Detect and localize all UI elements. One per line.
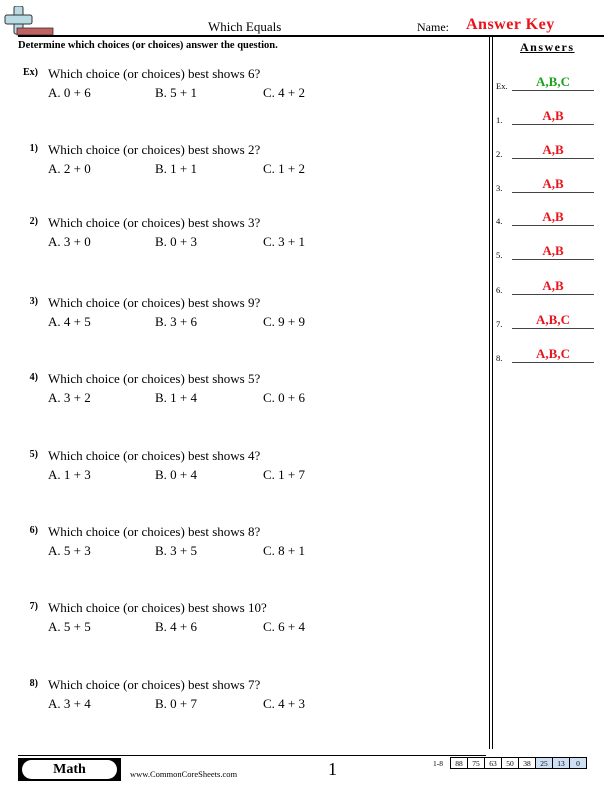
answer-choice: B. 3 + 5 — [155, 543, 198, 558]
question-text: Which choice (or choices) best shows 9? — [48, 295, 261, 310]
answer-choice: A. 3 + 4 — [48, 696, 91, 711]
answer-choice: B. 0 + 3 — [155, 234, 198, 249]
question-number: 2) — [29, 216, 38, 227]
answer-choice: A. 0 + 6 — [48, 85, 91, 100]
answer-value: A,B — [512, 176, 594, 193]
subject-label: Math — [22, 760, 117, 779]
footer-rule — [18, 755, 486, 756]
score-cell: 38 — [518, 757, 536, 769]
answer-label: 6. — [496, 285, 503, 295]
answer-value: A,B — [512, 243, 594, 260]
name-label: Name: — [417, 20, 449, 34]
answer-choice: A. 4 + 5 — [48, 314, 91, 329]
answer-label: Ex. — [496, 81, 508, 91]
answer-label: 1. — [496, 115, 503, 125]
answer-choice: B. 5 + 1 — [155, 85, 198, 100]
answers-heading: Answers — [520, 40, 575, 54]
answer-value: A,B,C — [512, 74, 594, 91]
answer-choice: C. 4 + 3 — [263, 696, 306, 711]
question-number: 8) — [29, 678, 38, 689]
score-cell: 50 — [501, 757, 519, 769]
answer-label: 5. — [496, 250, 503, 260]
answer-label: 8. — [496, 353, 503, 363]
answer-choice: A. 3 + 2 — [48, 390, 91, 405]
question-text: Which choice (or choices) best shows 8? — [48, 524, 261, 539]
answer-choice: A. 1 + 3 — [48, 467, 91, 482]
question-number: 5) — [29, 449, 38, 460]
answer-label: 3. — [496, 183, 503, 193]
answer-choice: C. 1 + 2 — [263, 161, 306, 176]
score-range-label: 1-8 — [433, 758, 443, 768]
column-divider — [489, 37, 490, 749]
site-url: www.CommonCoreSheets.com — [130, 769, 238, 779]
answer-choice: B. 4 + 6 — [155, 619, 198, 634]
answer-value: A,B,C — [512, 346, 594, 363]
answer-value: A,B,C — [512, 312, 594, 329]
question-text: Which choice (or choices) best shows 4? — [48, 448, 261, 463]
worksheet-logo-icon — [4, 6, 54, 36]
answer-choice: B. 1 + 1 — [155, 161, 198, 176]
answer-choice: C. 1 + 7 — [263, 467, 306, 482]
answer-choice: C. 8 + 1 — [263, 543, 306, 558]
answer-label: 7. — [496, 319, 503, 329]
answer-choice: B. 1 + 4 — [155, 390, 198, 405]
score-cell: 0 — [569, 757, 587, 769]
answer-value: A,B — [512, 108, 594, 125]
answer-choice: C. 0 + 6 — [263, 390, 306, 405]
question-text: Which choice (or choices) best shows 5? — [48, 371, 261, 386]
instructions: Determine which choices (or choices) ans… — [18, 40, 278, 51]
answer-choice: B. 0 + 7 — [155, 696, 198, 711]
answer-choice: A. 5 + 3 — [48, 543, 91, 558]
question-number: 3) — [29, 296, 38, 307]
question-number: 4) — [29, 372, 38, 383]
score-cell: 13 — [552, 757, 570, 769]
question-number: 7) — [29, 601, 38, 612]
answer-choice: A. 2 + 0 — [48, 161, 91, 176]
answer-choice: C. 6 + 4 — [263, 619, 306, 634]
score-table: 1-8 88 75 63 50 38 25 13 0 — [430, 757, 587, 769]
answer-choice: A. 5 + 5 — [48, 619, 91, 634]
question-text: Which choice (or choices) best shows 10? — [48, 600, 267, 615]
answer-choice: C. 9 + 9 — [263, 314, 306, 329]
question-text: Which choice (or choices) best shows 6? — [48, 66, 261, 81]
header-rule — [18, 35, 604, 37]
question-text: Which choice (or choices) best shows 7? — [48, 677, 261, 692]
score-cell: 75 — [467, 757, 485, 769]
question-number: 6) — [29, 525, 38, 536]
answer-label: 4. — [496, 216, 503, 226]
answer-choice: A. 3 + 0 — [48, 234, 91, 249]
answer-label: 2. — [496, 149, 503, 159]
answer-choice: B. 0 + 4 — [155, 467, 198, 482]
answer-choice: C. 4 + 2 — [263, 85, 306, 100]
name-value: Answer Key — [466, 16, 555, 33]
answer-value: A,B — [512, 209, 594, 226]
answer-value: A,B — [512, 278, 594, 295]
answer-choice: B. 3 + 6 — [155, 314, 198, 329]
page-number: 1 — [328, 759, 337, 779]
score-row: 1-8 88 75 63 50 38 25 13 0 — [430, 757, 587, 769]
answer-choice: C. 3 + 1 — [263, 234, 306, 249]
worksheet-title: Which Equals — [208, 19, 282, 34]
column-divider — [492, 37, 493, 749]
question-number: 1) — [29, 143, 38, 154]
score-cell: 88 — [450, 757, 468, 769]
score-cell: 25 — [535, 757, 553, 769]
answer-value: A,B — [512, 142, 594, 159]
question-text: Which choice (or choices) best shows 3? — [48, 215, 261, 230]
question-text: Which choice (or choices) best shows 2? — [48, 142, 261, 157]
score-cell: 63 — [484, 757, 502, 769]
question-number: Ex) — [23, 67, 38, 78]
